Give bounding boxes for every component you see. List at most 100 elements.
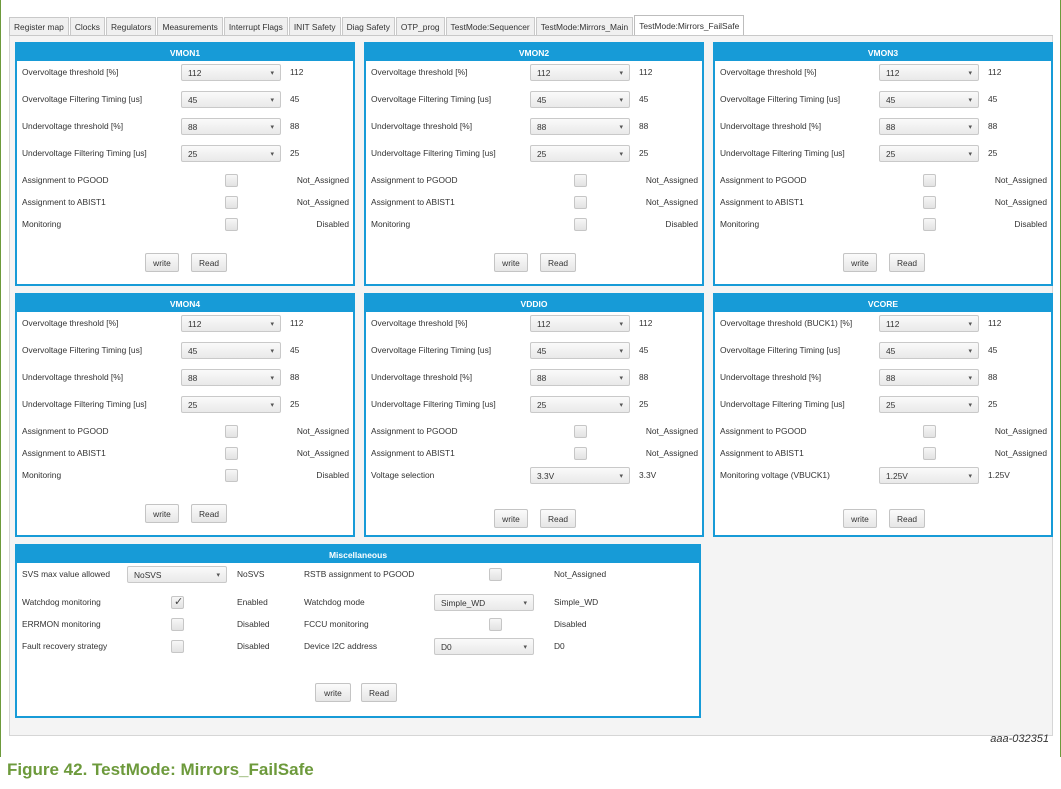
tab-testmode-mirrors-main[interactable]: TestMode:Mirrors_Main (535, 17, 634, 35)
vmon4-write-button[interactable]: write (145, 504, 179, 523)
vmon3-undervoltage-filtering-timing-us-dropdown[interactable]: 25 ▾ (879, 145, 979, 162)
vcore-overvoltage-threshold-buck1-dropdown[interactable]: 112 ▾ (879, 315, 979, 332)
vmon2-monitoring-checkbox[interactable] (574, 218, 587, 231)
chevron-down-icon: ▾ (619, 473, 623, 480)
vmon1-undervoltage-filtering-timing-us-dropdown[interactable]: 25 ▾ (181, 145, 281, 162)
combo-value: 88 (886, 121, 896, 132)
vddio-overvoltage-threshold-dropdown[interactable]: 112 ▾ (530, 315, 630, 332)
field-label: ERRMON monitoring (22, 619, 101, 629)
vcore-undervoltage-threshold-dropdown[interactable]: 88 ▾ (879, 369, 979, 386)
field-label: Undervoltage threshold [%] (720, 372, 822, 382)
readback-value: Disabled (554, 619, 587, 629)
tab-register-map[interactable]: Register map (9, 17, 69, 35)
vmon2-assignment-to-abist1-checkbox[interactable] (574, 196, 587, 209)
vcore-monitoring-voltage-vbuck1-dropdown[interactable]: 1.25V ▾ (879, 467, 979, 484)
misc-watchdog-monitoring-checkbox[interactable]: ✓ (171, 596, 184, 609)
tab-testmode-mirrors-failsafe[interactable]: TestMode:Mirrors_FailSafe (634, 15, 745, 35)
field-label: Undervoltage Filtering Timing [us] (371, 148, 496, 158)
readback-value: Simple_WD (554, 597, 599, 607)
vddio-undervoltage-threshold-dropdown[interactable]: 88 ▾ (530, 369, 630, 386)
vmon4-monitoring-checkbox[interactable] (225, 469, 238, 482)
vmon4-overvoltage-threshold-dropdown[interactable]: 112 ▾ (181, 315, 281, 332)
tab-regulators[interactable]: Regulators (105, 17, 157, 35)
vcore-undervoltage-filtering-timing-us-dropdown[interactable]: 25 ▾ (879, 396, 979, 413)
vcore-write-button[interactable]: write (843, 509, 877, 528)
vcore-assignment-to-pgood-checkbox[interactable] (923, 425, 936, 438)
misc-errmon-monitoring-checkbox[interactable] (171, 618, 184, 631)
misc-rstb-assignment-to-pgood-checkbox[interactable] (489, 568, 502, 581)
vmon4-assignment-to-abist1-checkbox[interactable] (225, 447, 238, 460)
vddio-write-button[interactable]: write (494, 509, 528, 528)
field-label: Assignment to ABIST1 (371, 197, 455, 207)
vmon3-overvoltage-threshold-dropdown[interactable]: 112 ▾ (879, 64, 979, 81)
chevron-down-icon: ▾ (523, 600, 527, 607)
field-label: Undervoltage Filtering Timing [us] (720, 148, 845, 158)
tab-testmode-sequencer[interactable]: TestMode:Sequencer (445, 17, 535, 35)
vmon1-write-button[interactable]: write (145, 253, 179, 272)
vmon3-assignment-to-abist1-checkbox[interactable] (923, 196, 936, 209)
vmon4-overvoltage-filtering-timing-us-dropdown[interactable]: 45 ▾ (181, 342, 281, 359)
vmon3-read-button[interactable]: Read (889, 253, 925, 272)
vmon1-assignment-to-pgood-checkbox[interactable] (225, 174, 238, 187)
misc-device-i2c-address-dropdown[interactable]: D0 ▾ (434, 638, 534, 655)
combo-value: 45 (188, 345, 198, 356)
vddio-overvoltage-filtering-timing-us-dropdown[interactable]: 45 ▾ (530, 342, 630, 359)
vmon2-overvoltage-filtering-timing-us-dropdown[interactable]: 45 ▾ (530, 91, 630, 108)
misc-write-button[interactable]: write (315, 683, 351, 702)
vmon1-undervoltage-threshold-dropdown[interactable]: 88 ▾ (181, 118, 281, 135)
vddio-assignment-to-pgood-checkbox[interactable] (574, 425, 587, 438)
combo-value: 45 (537, 345, 547, 356)
vmon4-undervoltage-filtering-timing-us-dropdown[interactable]: 25 ▾ (181, 396, 281, 413)
misc-svs-max-value-allowed-dropdown[interactable]: NoSVS ▾ (127, 566, 227, 583)
readback-value: 45 (290, 345, 300, 355)
tab-diag-safety[interactable]: Diag Safety (341, 17, 395, 35)
tab-init-safety[interactable]: INIT Safety (288, 17, 341, 35)
vmon3-row-overvoltage-filtering-timing-us: Overvoltage Filtering Timing [us] 45 ▾ 45 (715, 91, 1051, 109)
vmon3-undervoltage-threshold-dropdown[interactable]: 88 ▾ (879, 118, 979, 135)
vmon3-row-overvoltage-threshold: Overvoltage threshold [%] 112 ▾ 112 (715, 64, 1051, 82)
vmon2-assignment-to-pgood-checkbox[interactable] (574, 174, 587, 187)
misc-fccu-monitoring-checkbox[interactable] (489, 618, 502, 631)
readback-value: 25 (988, 399, 998, 409)
misc-watchdog-mode-dropdown[interactable]: Simple_WD ▾ (434, 594, 534, 611)
vmon1-monitoring-checkbox[interactable] (225, 218, 238, 231)
vmon3-write-button[interactable]: write (843, 253, 877, 272)
vddio-read-button[interactable]: Read (540, 509, 576, 528)
vmon4-undervoltage-threshold-dropdown[interactable]: 88 ▾ (181, 369, 281, 386)
tab-measurements[interactable]: Measurements (157, 17, 223, 35)
vmon1-overvoltage-threshold-dropdown[interactable]: 112 ▾ (181, 64, 281, 81)
field-label: Overvoltage Filtering Timing [us] (371, 345, 492, 355)
readback-value: Disabled (316, 219, 349, 229)
field-label: Overvoltage Filtering Timing [us] (22, 94, 143, 104)
vmon1-overvoltage-filtering-timing-us-dropdown[interactable]: 45 ▾ (181, 91, 281, 108)
vddio-assignment-to-abist1-checkbox[interactable] (574, 447, 587, 460)
misc-fault-recovery-strategy-checkbox[interactable] (171, 640, 184, 653)
vmon1-read-button[interactable]: Read (191, 253, 227, 272)
vmon2-undervoltage-threshold-dropdown[interactable]: 88 ▾ (530, 118, 630, 135)
vddio-row-assignment-to-pgood: Assignment to PGOOD Not_Assigned (366, 423, 702, 441)
vmon3-assignment-to-pgood-checkbox[interactable] (923, 174, 936, 187)
vmon2-write-button[interactable]: write (494, 253, 528, 272)
vddio-voltage-selection-dropdown[interactable]: 3.3V ▾ (530, 467, 630, 484)
vcore-assignment-to-abist1-checkbox[interactable] (923, 447, 936, 460)
vmon2-overvoltage-threshold-dropdown[interactable]: 112 ▾ (530, 64, 630, 81)
vmon2-read-button[interactable]: Read (540, 253, 576, 272)
vmon1-assignment-to-abist1-checkbox[interactable] (225, 196, 238, 209)
vmon4-assignment-to-pgood-checkbox[interactable] (225, 425, 238, 438)
vddio-undervoltage-filtering-timing-us-dropdown[interactable]: 25 ▾ (530, 396, 630, 413)
panel-title: VMON1 (17, 44, 353, 61)
readback-value: 88 (290, 121, 300, 131)
vmon3-monitoring-checkbox[interactable] (923, 218, 936, 231)
vmon2-undervoltage-filtering-timing-us-dropdown[interactable]: 25 ▾ (530, 145, 630, 162)
tab-interrupt-flags[interactable]: Interrupt Flags (223, 17, 288, 35)
vcore-overvoltage-filtering-timing-us-dropdown[interactable]: 45 ▾ (879, 342, 979, 359)
vcore-read-button[interactable]: Read (889, 509, 925, 528)
combo-value: 88 (537, 121, 547, 132)
field-label: Assignment to ABIST1 (22, 197, 106, 207)
vddio-row-overvoltage-filtering-timing-us: Overvoltage Filtering Timing [us] 45 ▾ 45 (366, 342, 702, 360)
tab-otp-prog[interactable]: OTP_prog (395, 17, 445, 35)
tab-clocks[interactable]: Clocks (69, 17, 105, 35)
vmon4-read-button[interactable]: Read (191, 504, 227, 523)
vmon3-overvoltage-filtering-timing-us-dropdown[interactable]: 45 ▾ (879, 91, 979, 108)
misc-read-button[interactable]: Read (361, 683, 397, 702)
